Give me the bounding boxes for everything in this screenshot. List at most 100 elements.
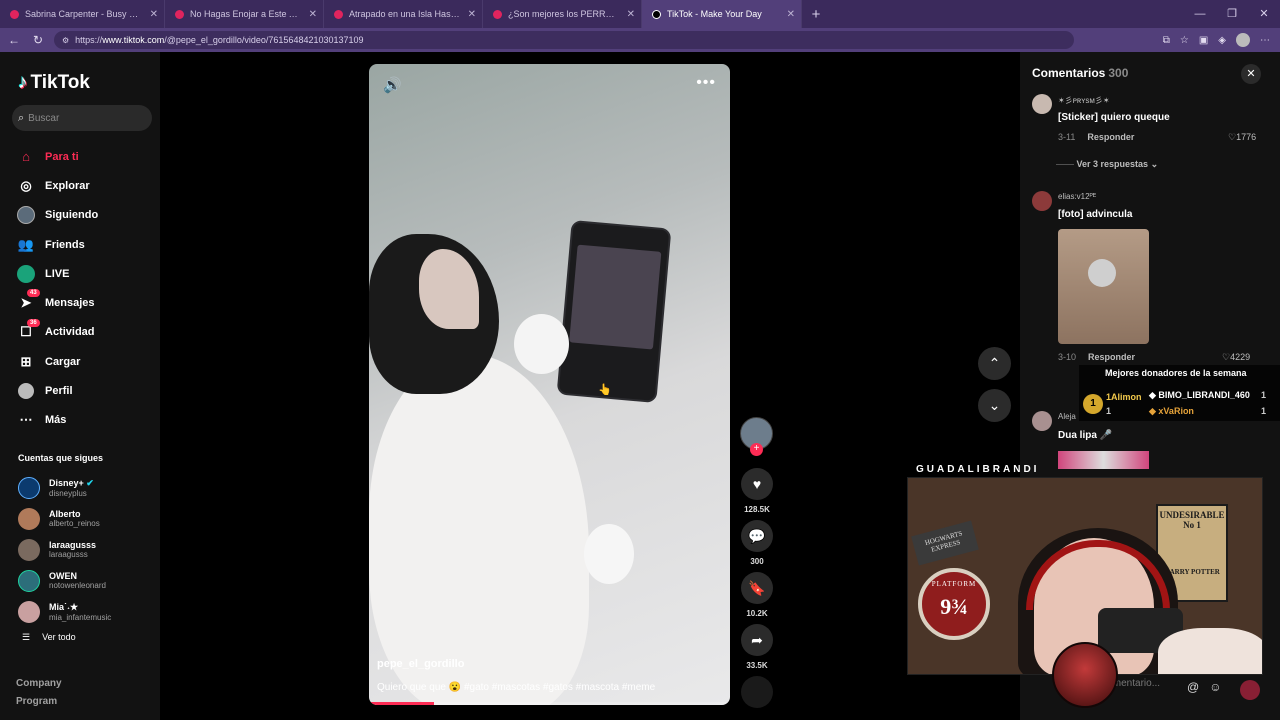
more-options-icon[interactable]: •••: [696, 74, 716, 92]
save-button[interactable]: 🔖: [741, 572, 773, 604]
mention-icon[interactable]: @: [1187, 680, 1199, 694]
see-all-button[interactable]: ☰ Ver todo: [22, 632, 76, 643]
share-count: 33.5K: [746, 661, 768, 670]
nav-item-actividad[interactable]: ☐ 36 Actividad: [16, 318, 156, 347]
nav-item-siguiendo[interactable]: Siguiendo: [16, 201, 156, 230]
following-item[interactable]: Disney+ ✔ disneyplus: [18, 472, 158, 503]
nav-item-explorar[interactable]: ◎ Explorar: [16, 171, 156, 200]
video-progress-bar[interactable]: [369, 702, 730, 705]
emoji-icon[interactable]: ☺: [1209, 680, 1221, 694]
reload-icon[interactable]: ↻: [26, 33, 50, 47]
share-button[interactable]: ➦: [741, 624, 773, 656]
heart-outline-icon: ♡: [1222, 352, 1231, 362]
account-name: Mia˙˖★: [49, 601, 79, 612]
site-info-icon[interactable]: ⚙: [62, 36, 69, 45]
donors-overlay: Mejores donadores de la semana 1 1Alimon…: [1079, 365, 1280, 421]
view-replies-button[interactable]: —— Ver 3 respuestas ⌄: [1056, 159, 1158, 170]
extensions-icon[interactable]: ⧉: [1163, 35, 1170, 46]
comment-like[interactable]: ♡1776: [1228, 132, 1256, 143]
back-icon[interactable]: ←: [2, 33, 26, 47]
url-host: www.tiktok.com: [102, 35, 165, 45]
comment-avatar[interactable]: [1032, 94, 1052, 114]
send-comment-button[interactable]: [1240, 680, 1260, 700]
nav-item-perfil[interactable]: Perfil: [16, 376, 156, 405]
nav-item-cargar[interactable]: ⊞ Cargar: [16, 347, 156, 376]
tiktok-logo[interactable]: ♪ TikTok: [18, 72, 90, 94]
reply-button[interactable]: Responder: [1088, 352, 1135, 362]
video-player[interactable]: 🔊 ••• pepe_el_gordillo Quiero que que 😮 …: [369, 64, 730, 705]
video-author[interactable]: pepe_el_gordillo: [377, 658, 464, 670]
close-tab-icon[interactable]: ✕: [468, 9, 476, 20]
account-name: OWEN: [49, 571, 77, 581]
browser-tab[interactable]: Atrapado en una Isla Hasta que G ✕: [324, 0, 483, 28]
browser-tab[interactable]: ¿Son mejores los PERROS o GATO ✕: [483, 0, 642, 28]
url-field[interactable]: ⚙ https://www.tiktok.com/@pepe_el_gordil…: [54, 31, 1074, 49]
search-input[interactable]: ⌕ Buscar: [12, 105, 152, 131]
nav-item-live[interactable]: LIVE: [16, 259, 156, 288]
browser-tab[interactable]: Sabrina Carpenter - Busy Woman ✕: [0, 0, 165, 28]
comment-button[interactable]: 💬: [741, 520, 773, 552]
share-icon: ➦: [751, 631, 763, 648]
comment-username[interactable]: ✶彡ᴘʀʏsᴍ彡✶: [1058, 95, 1110, 106]
close-tab-icon[interactable]: ✕: [627, 9, 635, 20]
following-item[interactable]: Mia˙˖★ mia_infantemusic: [18, 596, 158, 627]
comment-username[interactable]: elias:v12ᴾᴱ: [1058, 192, 1096, 201]
close-window-icon[interactable]: ✕: [1248, 0, 1280, 28]
restore-icon[interactable]: ❐: [1216, 0, 1248, 28]
phone-screen: [569, 244, 662, 350]
new-tab-button[interactable]: +: [802, 6, 830, 23]
next-video-button[interactable]: ⌄: [978, 389, 1011, 422]
live-icon: [16, 264, 36, 284]
avatar: [18, 476, 40, 499]
browser-tab-active[interactable]: TikTok - Make Your Day ✕: [642, 0, 802, 28]
gem-icon: ◆: [1149, 390, 1159, 400]
menu-icon[interactable]: ⋯: [1260, 35, 1270, 46]
follow-plus-button[interactable]: +: [750, 443, 763, 456]
following-item[interactable]: OWEN notowenleonard: [18, 565, 158, 596]
comment-photo[interactable]: [1058, 229, 1149, 344]
comment-like[interactable]: ♡4229: [1222, 352, 1250, 363]
close-tab-icon[interactable]: ✕: [787, 9, 795, 20]
nav-item-para-ti[interactable]: ⌂ Para ti: [16, 142, 156, 171]
reply-button[interactable]: Responder: [1087, 132, 1134, 142]
comment-avatar[interactable]: [1032, 191, 1052, 211]
shield-icon[interactable]: ◈: [1218, 35, 1226, 46]
messages-badge: 43: [27, 289, 40, 298]
footer-link-program[interactable]: Program: [16, 693, 62, 711]
tiktok-favicon-icon: [652, 9, 661, 19]
following-item[interactable]: laraagusss laraagusss: [18, 534, 158, 565]
volume-icon[interactable]: 🔊: [383, 76, 402, 94]
favorites-icon[interactable]: ☆: [1180, 35, 1189, 46]
avatar: [18, 569, 40, 592]
account-name: laraagusss: [49, 540, 97, 550]
close-tab-icon[interactable]: ✕: [150, 9, 158, 20]
like-button[interactable]: ♥: [741, 468, 773, 500]
see-all-label: Ver todo: [42, 632, 76, 642]
window-controls: — ❐ ✕: [1184, 0, 1280, 28]
browser-tab[interactable]: No Hagas Enojar a Este Artista - Y ✕: [165, 0, 324, 28]
more-icon: ⋯: [19, 412, 33, 428]
close-comments-button[interactable]: ✕: [1241, 64, 1261, 84]
close-tab-icon[interactable]: ✕: [309, 9, 317, 20]
music-disc-button[interactable]: [741, 676, 773, 708]
nav-item-friends[interactable]: 👥 Friends: [16, 230, 156, 259]
previous-video-button[interactable]: ⌃: [978, 347, 1011, 380]
following-item[interactable]: Alberto alberto_reinos: [18, 503, 158, 534]
collections-icon[interactable]: ▣: [1199, 35, 1208, 46]
comments-title: Comentarios: [1032, 66, 1106, 80]
video-caption: Quiero que que 😮 #gato #mascotas #gatos …: [377, 682, 656, 693]
comment-text: Dua lipa 🎤: [1058, 430, 1113, 441]
video-frame-paw: [584, 524, 634, 584]
nav-item-mas[interactable]: ⋯ Más: [16, 406, 156, 435]
chevron-down-icon: ☰: [22, 632, 31, 642]
profile-avatar[interactable]: [1236, 33, 1250, 47]
webcam-label: GUADALIBRANDI: [916, 464, 1040, 475]
nav-item-mensajes[interactable]: ➤ 43 Mensajes: [16, 288, 156, 317]
minimize-icon[interactable]: —: [1184, 0, 1216, 28]
comment-avatar[interactable]: [1032, 411, 1052, 431]
donor-count: 1: [1261, 390, 1267, 400]
comment-username[interactable]: Aleja: [1058, 412, 1076, 421]
comment-photo[interactable]: [1058, 451, 1149, 469]
video-progress-fill: [369, 702, 434, 705]
footer-link-company[interactable]: Company: [16, 675, 62, 693]
